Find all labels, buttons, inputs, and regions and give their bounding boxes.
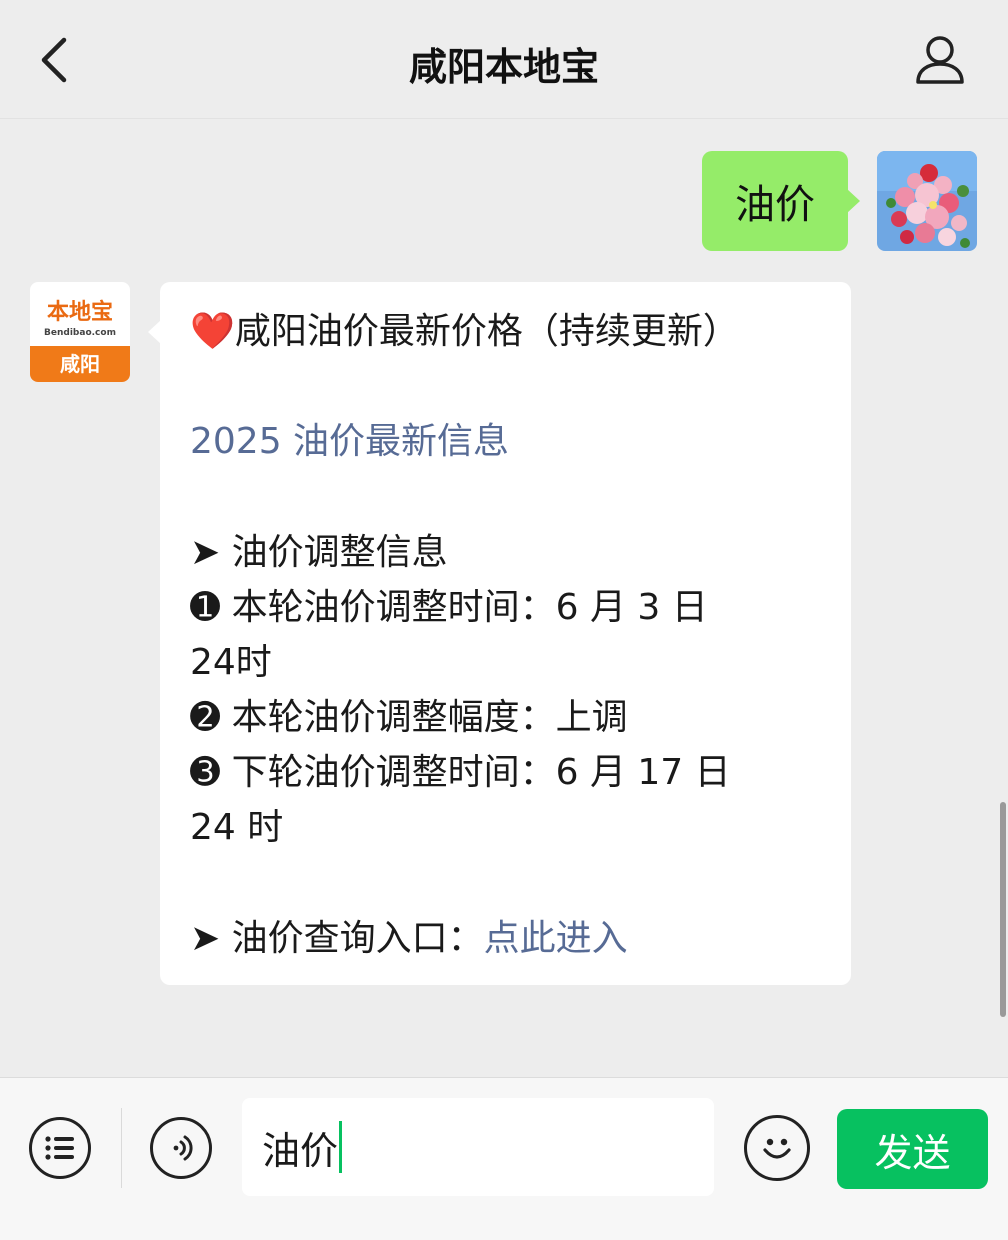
user-avatar[interactable]	[877, 151, 977, 251]
query-label: ➤ 油价查询入口：	[190, 918, 484, 959]
input-divider	[121, 1108, 122, 1188]
chat-area[interactable]: 油价 本地宝 Bendibao.com 咸阳 ❤️咸阳油价最新价格（持续更新） …	[0, 119, 1008, 1077]
logo-main-text: 本地宝	[46, 299, 113, 325]
profile-button[interactable]	[912, 32, 968, 88]
nav-header: 咸阳本地宝	[0, 0, 1008, 119]
logo-city-text: 咸阳	[30, 346, 130, 382]
voice-icon	[173, 1135, 193, 1161]
reply-subtitle-link[interactable]: 2025 油价最新信息	[190, 414, 509, 470]
query-link[interactable]: 点此进入	[484, 918, 628, 959]
reply-title: 咸阳油价最新价格（持续更新）	[234, 311, 739, 352]
adjust-range-line: ➋ 本轮油价调整幅度：上调	[190, 697, 628, 738]
next-adjust-line2: 24 时	[190, 807, 284, 848]
next-adjust-line1: ➌ 下轮油价调整时间：6 月 17 日	[190, 752, 731, 793]
input-bar: 油价 发送	[0, 1077, 1008, 1240]
flower-avatar-image	[877, 151, 977, 251]
scrollbar[interactable]	[1000, 802, 1006, 1017]
person-icon	[916, 36, 964, 84]
send-button[interactable]: 发送	[837, 1109, 988, 1189]
heart-emoji-icon: ❤️	[190, 311, 235, 352]
menu-button[interactable]	[29, 1117, 91, 1179]
reply-title-line: ❤️咸阳油价最新价格（持续更新）	[190, 304, 739, 360]
voice-button[interactable]	[150, 1117, 212, 1179]
message-input-value: 油价	[262, 1128, 339, 1173]
user-message-bubble[interactable]: 油价	[702, 151, 860, 251]
section-heading: ➤ 油价调整信息	[190, 532, 448, 573]
page-title: 咸阳本地宝	[408, 45, 599, 89]
bot-avatar[interactable]: 本地宝 Bendibao.com 咸阳	[30, 282, 130, 382]
adjust-time-line2: 24时	[190, 642, 272, 683]
list-menu-icon	[45, 1136, 74, 1160]
emoji-button[interactable]	[744, 1115, 810, 1181]
logo-sub-text: Bendibao.com	[44, 328, 116, 338]
user-message-text: 油价	[735, 182, 815, 228]
query-entry-line: ➤ 油价查询入口：点此进入	[190, 911, 628, 967]
smiley-icon	[763, 1138, 791, 1159]
message-input[interactable]: 油价	[242, 1098, 714, 1196]
bendibao-logo: 本地宝 Bendibao.com	[30, 282, 130, 346]
bot-reply-bubble[interactable]: ❤️咸阳油价最新价格（持续更新） 2025 油价最新信息 ➤ 油价调整信息 ➊ …	[148, 282, 851, 985]
text-caret	[339, 1121, 343, 1173]
adjust-time-line1: ➊ 本轮油价调整时间：6 月 3 日	[190, 587, 708, 628]
